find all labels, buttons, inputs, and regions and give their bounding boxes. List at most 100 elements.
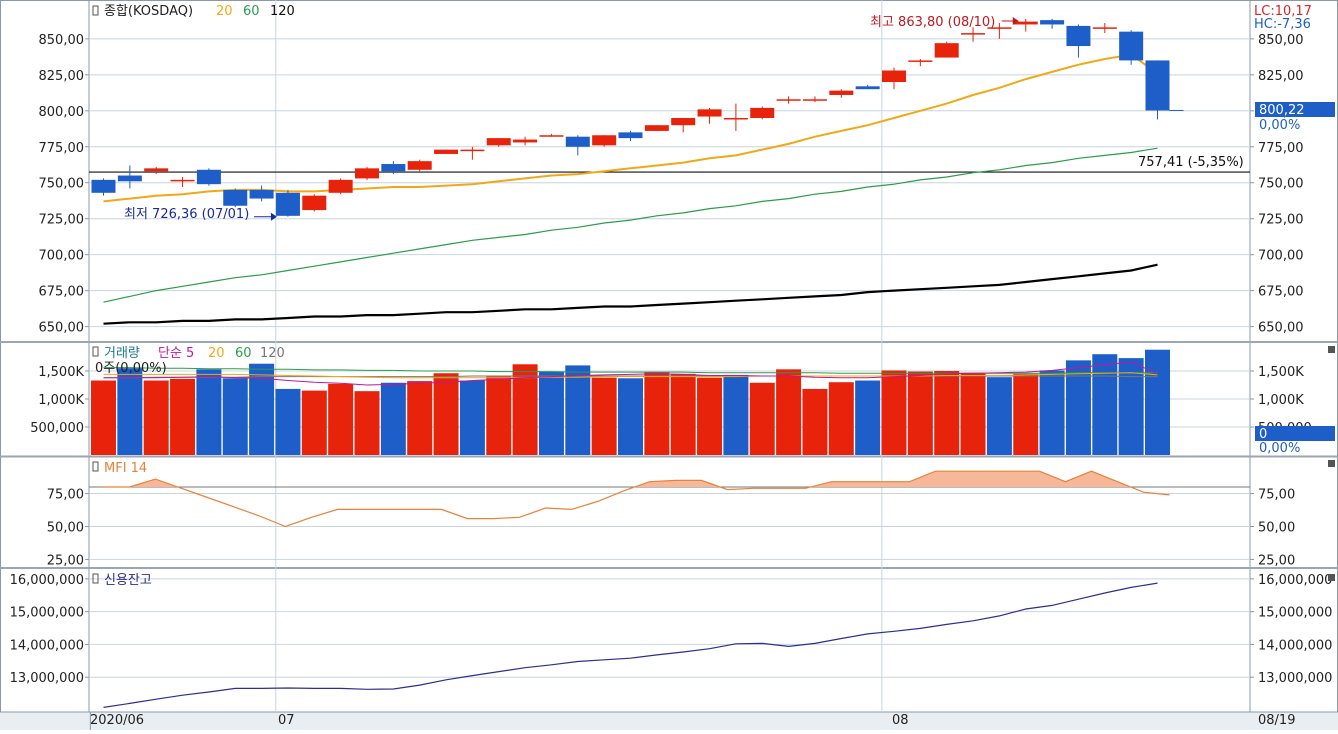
legend-ma60: 60 bbox=[243, 4, 260, 19]
mfi-overbought-fill bbox=[857, 481, 884, 487]
mfi-overbought-fill bbox=[831, 481, 858, 487]
current-price-percent: 0,00% bbox=[1259, 118, 1300, 133]
y-tick-label-left: 16,000,000 bbox=[10, 573, 84, 588]
volume-bar bbox=[986, 377, 1012, 455]
candle-body bbox=[513, 139, 538, 143]
legend-vol-ma5: 단순 5 bbox=[158, 346, 194, 361]
volume-bar bbox=[433, 373, 459, 455]
volume-bar bbox=[855, 380, 881, 455]
volume-bar bbox=[143, 380, 169, 455]
candle-body bbox=[223, 189, 248, 206]
volume-bar bbox=[91, 380, 116, 455]
volume-bar bbox=[934, 371, 960, 455]
volume-bar bbox=[749, 382, 775, 455]
y-tick-label-left: 775,00 bbox=[39, 141, 85, 156]
volume-bar bbox=[538, 371, 564, 455]
volume-bar bbox=[354, 391, 380, 455]
volume-bar bbox=[249, 363, 275, 455]
candle-body bbox=[618, 132, 643, 139]
candle-body bbox=[1092, 27, 1117, 29]
volume-bar bbox=[301, 390, 327, 455]
candle-body bbox=[434, 149, 459, 154]
y-tick-label-right: 850,00 bbox=[1258, 33, 1304, 48]
legend-vol-ma120: 120 bbox=[260, 346, 285, 361]
y-tick-label-left: 800,00 bbox=[39, 105, 85, 120]
candle-body bbox=[723, 117, 748, 120]
candle-body bbox=[1013, 21, 1038, 25]
y-tick-label-left: 14,000,000 bbox=[10, 638, 84, 653]
candle-body bbox=[355, 168, 379, 179]
y-tick-label-right: 775,00 bbox=[1258, 141, 1304, 156]
stock-chart-window: 650,00 650,00 675,00 675,00 700,00 700,00 725,… bbox=[0, 0, 1338, 730]
close-mfi-panel-icon[interactable] bbox=[1328, 460, 1335, 467]
y-tick-label-right: 25,00 bbox=[1258, 553, 1295, 568]
low-price-label: 최저 726,36 (07/01) bbox=[124, 207, 249, 222]
legend-vol-ma20: 20 bbox=[208, 346, 225, 361]
y-tick-label-left: 725,00 bbox=[39, 213, 85, 228]
volume-bar bbox=[459, 380, 485, 455]
y-tick-label-right: 725,00 bbox=[1258, 213, 1304, 228]
volume-bar bbox=[1013, 373, 1039, 455]
legend-ma20: 20 bbox=[216, 4, 233, 19]
candle-body bbox=[750, 107, 775, 118]
candle-body bbox=[91, 179, 116, 193]
volume-bar bbox=[486, 376, 512, 455]
legend-ma120: 120 bbox=[270, 4, 295, 19]
candle-body bbox=[144, 168, 169, 172]
y-tick-label-right: 50,00 bbox=[1258, 520, 1295, 535]
y-tick-label-right: 825,00 bbox=[1258, 69, 1304, 84]
volume-bar bbox=[591, 377, 617, 455]
volume-bar bbox=[618, 378, 643, 455]
y-tick-label-right: 16,000,000 bbox=[1258, 573, 1332, 588]
y-tick-label-right: 1,000K bbox=[1258, 393, 1304, 408]
y-tick-label-left: 650,00 bbox=[39, 321, 85, 336]
close-credit-panel-icon[interactable] bbox=[1328, 574, 1335, 581]
mfi-overbought-fill bbox=[1013, 471, 1040, 487]
volume-bar bbox=[117, 368, 143, 455]
y-tick-label-right: 750,00 bbox=[1258, 177, 1304, 192]
mfi-overbought-fill bbox=[961, 471, 988, 487]
candle-body bbox=[592, 135, 617, 146]
volume-bar bbox=[828, 382, 854, 455]
y-tick-label-left: 50,00 bbox=[47, 520, 84, 535]
candle-body bbox=[381, 164, 406, 172]
candle-body bbox=[644, 125, 669, 131]
y-tick-label-right: 13,000,000 bbox=[1258, 671, 1332, 686]
stock-chart[interactable]: 650,00 650,00 675,00 675,00 700,00 700,00 725,… bbox=[0, 0, 1338, 730]
current-volume-value: 0 bbox=[1259, 427, 1267, 442]
x-label-07: 07 bbox=[278, 713, 295, 728]
volume-bar bbox=[1092, 354, 1118, 455]
candle-body bbox=[1145, 60, 1170, 111]
y-tick-label-left: 850,00 bbox=[39, 33, 85, 48]
volume-bar bbox=[776, 369, 802, 455]
current-volume-percent: 0,00% bbox=[1259, 441, 1300, 456]
candle-body bbox=[539, 135, 564, 137]
close-volume-panel-icon[interactable] bbox=[1328, 346, 1335, 353]
candle-body bbox=[196, 169, 221, 185]
candle-body bbox=[934, 43, 959, 58]
y-tick-label-right: 1,500K bbox=[1258, 365, 1304, 380]
volume-bar bbox=[275, 388, 301, 455]
volume-bar bbox=[881, 370, 907, 455]
y-tick-label-left: 75,00 bbox=[47, 488, 84, 503]
mfi-overbought-fill bbox=[675, 480, 702, 487]
candle-body bbox=[1066, 25, 1091, 47]
volume-bar bbox=[170, 378, 196, 455]
y-tick-label-left: 15,000,000 bbox=[10, 606, 84, 621]
current-price-value: 800,22 bbox=[1259, 103, 1305, 118]
volume-bar bbox=[565, 365, 591, 455]
legend-vol-ma60: 60 bbox=[235, 346, 252, 361]
y-tick-label-right: 75,00 bbox=[1258, 488, 1295, 503]
candle-body bbox=[697, 109, 722, 117]
candle-body bbox=[170, 179, 195, 182]
volume-bar bbox=[407, 381, 433, 455]
y-tick-label-right: 14,000,000 bbox=[1258, 638, 1332, 653]
candle-body bbox=[565, 136, 590, 147]
volume-bar bbox=[670, 373, 696, 455]
y-tick-label-right: 675,00 bbox=[1258, 285, 1304, 300]
candle-body bbox=[829, 90, 854, 95]
y-tick-label-right: 700,00 bbox=[1258, 249, 1304, 264]
hc-label: HC:-7,36 bbox=[1254, 17, 1311, 32]
candle-body bbox=[882, 70, 906, 83]
x-label-2020-06: 2020/06 bbox=[90, 713, 144, 728]
